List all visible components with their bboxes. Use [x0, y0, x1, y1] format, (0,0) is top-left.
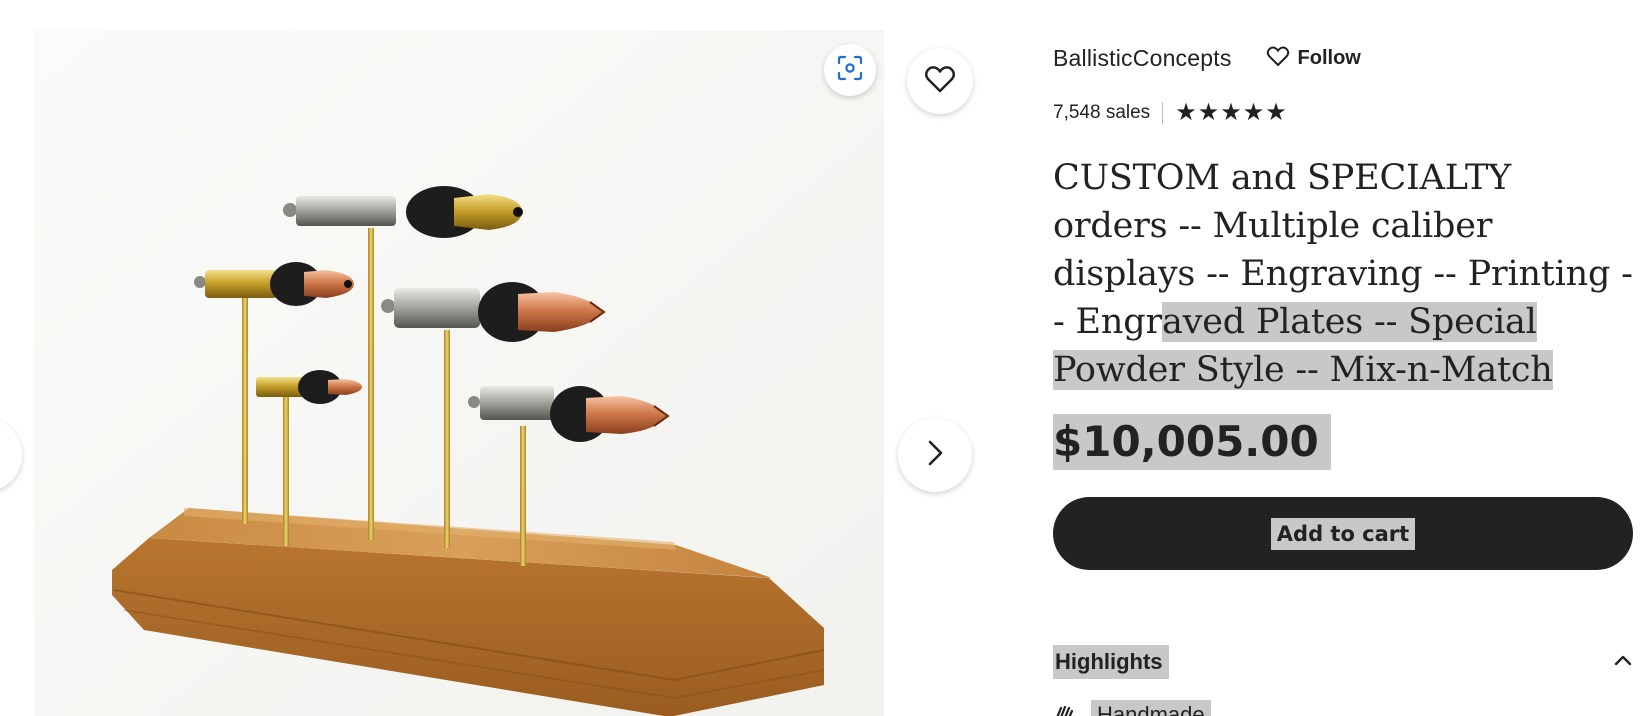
shop-header: BallisticConcepts Follow [1053, 42, 1361, 74]
product-price: $10,005.00 [1053, 414, 1331, 470]
heart-outline-icon [1266, 45, 1290, 72]
sales-count: 7,548 sales [1053, 102, 1151, 123]
star-icon: ★ [1265, 99, 1287, 126]
product-title: CUSTOM and SPECIALTY orders -- Multiple … [1053, 154, 1633, 394]
heart-icon [924, 64, 956, 99]
shop-name-link[interactable]: BallisticConcepts [1053, 45, 1232, 72]
star-icon: ★ [1197, 99, 1220, 126]
listing-page: BallisticConcepts Follow 7,548 sales ★ ★… [0, 0, 1642, 716]
star-icon: ★ [1242, 99, 1265, 126]
chevron-up-icon [1613, 653, 1633, 672]
add-to-cart-label: Add to cart [1270, 517, 1416, 550]
chevron-right-icon [922, 438, 948, 473]
scan-zoom-icon [836, 54, 864, 87]
highlight-label: Handmade [1091, 700, 1211, 716]
star-icon: ★ [1175, 99, 1197, 126]
follow-shop-button[interactable]: Follow [1266, 45, 1361, 72]
product-photo [34, 30, 884, 716]
add-to-cart-button[interactable]: Add to cart [1053, 497, 1633, 570]
highlights-toggle[interactable]: Highlights [1053, 642, 1633, 682]
next-image-button[interactable] [898, 418, 972, 492]
product-info-panel: BallisticConcepts Follow 7,548 sales ★ ★… [1053, 0, 1633, 716]
shop-stats: 7,548 sales ★ ★ ★ ★ ★ [1053, 98, 1288, 128]
star-rating[interactable]: ★ ★ ★ ★ ★ [1175, 101, 1288, 125]
follow-label: Follow [1297, 46, 1361, 69]
highlight-item: Handmade [1053, 700, 1211, 716]
image-gallery [0, 0, 1000, 716]
star-icon: ★ [1220, 99, 1242, 126]
previous-image-button[interactable] [0, 418, 22, 492]
zoom-image-button[interactable] [824, 44, 876, 96]
stats-divider [1162, 102, 1164, 124]
highlights-heading: Highlights [1053, 645, 1169, 679]
favorite-button[interactable] [907, 48, 973, 114]
hand-icon [1053, 702, 1077, 716]
